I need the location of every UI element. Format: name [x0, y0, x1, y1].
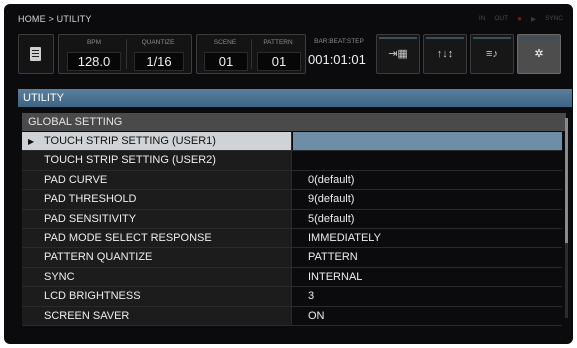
setting-row-pad-curve[interactable]: PAD CURVE 0(default): [22, 170, 562, 191]
setting-value: ON: [308, 309, 325, 322]
document-icon: [30, 47, 41, 61]
setting-row-pad-mode-select-response[interactable]: PAD MODE SELECT RESPONSE IMMEDIATELY: [22, 228, 562, 249]
setting-row-lcd-brightness[interactable]: LCD BRIGHTNESS 3: [22, 287, 562, 307]
utility-panel: UTILITY GLOBAL SETTING ▶ TOUCH STRIP SET…: [18, 89, 572, 344]
mixer-icon: ↑↓↕: [436, 48, 454, 60]
setting-label: PAD CURVE: [22, 170, 292, 190]
selection-arrow-icon: ▶: [28, 137, 35, 146]
setting-value: 3: [308, 290, 315, 303]
setting-label: SCREEN SAVER: [22, 306, 292, 325]
tempo-quantize-group: BPM 128.0 QUANTIZE 1/16: [58, 34, 192, 74]
sound-icon: ≡♪: [486, 48, 498, 60]
mixer-mode-button[interactable]: ↑↓↕: [423, 34, 467, 74]
setting-value: INTERNAL: [308, 270, 363, 283]
setting-value: PATTERN: [308, 251, 358, 264]
setting-label: SYNC: [22, 267, 292, 287]
setting-label: TOUCH STRIP SETTING (USER2): [22, 151, 292, 170]
setting-label: TOUCH STRIP SETTING (USER1): [44, 135, 216, 147]
settings-gear-icon: ✲: [534, 48, 544, 60]
sync-indicator: SYNC: [544, 15, 563, 22]
setting-value: 9(default): [308, 193, 355, 206]
setting-value: 5(default): [308, 212, 355, 225]
bar-beat-step-value: 001:01:01: [308, 52, 366, 67]
quantize-label: QUANTIZE: [141, 39, 175, 46]
utility-mode-button[interactable]: ✲: [517, 34, 561, 74]
setting-label: PAD SENSITIVITY: [22, 209, 292, 228]
sequencer-icon: ⇥▦: [388, 48, 408, 60]
sound-mode-button[interactable]: ≡♪: [470, 34, 514, 74]
setting-value: IMMEDIATELY: [308, 231, 381, 244]
setting-row-screen-saver[interactable]: SCREEN SAVER ON: [22, 306, 562, 326]
scene-pattern-group: SCENE 01 PATTERN 01: [196, 34, 306, 74]
quantize-value[interactable]: 1/16: [134, 52, 184, 71]
pattern-value[interactable]: 01: [257, 52, 301, 71]
record-indicator-icon: ●: [517, 14, 522, 23]
status-indicators: IN OUT ● ▶ SYNC: [479, 14, 563, 23]
pattern-label: PATTERN: [263, 39, 293, 46]
setting-row-pattern-quantize[interactable]: PATTERN QUANTIZE PATTERN: [22, 248, 562, 268]
setting-label: LCD BRIGHTNESS: [22, 287, 292, 306]
setting-row-touch-strip-user1[interactable]: ▶ TOUCH STRIP SETTING (USER1): [22, 132, 562, 152]
panel-title: UTILITY: [18, 89, 572, 107]
setting-row-pad-sensitivity[interactable]: PAD SENSITIVITY 5(default): [22, 209, 562, 229]
scrollbar-thumb[interactable]: [565, 118, 568, 243]
device-screen: HOME > UTILITY IN OUT ● ▶ SYNC BPM 128.0…: [4, 4, 573, 344]
scrollbar[interactable]: [565, 118, 568, 318]
play-indicator-icon: ▶: [530, 15, 536, 23]
bpm-label: BPM: [86, 39, 102, 46]
setting-row-sync[interactable]: SYNC INTERNAL: [22, 267, 562, 288]
settings-list: ▶ TOUCH STRIP SETTING (USER1) TOUCH STRI…: [22, 132, 562, 326]
breadcrumb: HOME > UTILITY: [18, 14, 92, 24]
scene-label: SCENE: [213, 39, 237, 46]
bar-beat-step-label: BAR:BEAT:STEP: [314, 38, 364, 45]
toolbar: BPM 128.0 QUANTIZE 1/16 SCENE 01 PATTERN…: [18, 34, 563, 74]
setting-label: PAD MODE SELECT RESPONSE: [22, 228, 292, 248]
setting-row-pad-threshold[interactable]: PAD THRESHOLD 9(default): [22, 190, 562, 210]
bpm-value[interactable]: 128.0: [67, 52, 121, 71]
midi-in-indicator: IN: [478, 15, 486, 22]
browse-button[interactable]: [18, 34, 54, 74]
setting-label: PAD THRESHOLD: [22, 190, 292, 209]
midi-out-indicator: OUT: [494, 15, 509, 22]
scene-value[interactable]: 01: [204, 52, 248, 71]
setting-row-touch-strip-user2[interactable]: TOUCH STRIP SETTING (USER2): [22, 151, 562, 171]
setting-label: PATTERN QUANTIZE: [22, 248, 292, 267]
setting-value: 0(default): [308, 173, 355, 186]
section-header: GLOBAL SETTING: [22, 113, 566, 131]
sequencer-mode-button[interactable]: ⇥▦: [376, 34, 420, 74]
